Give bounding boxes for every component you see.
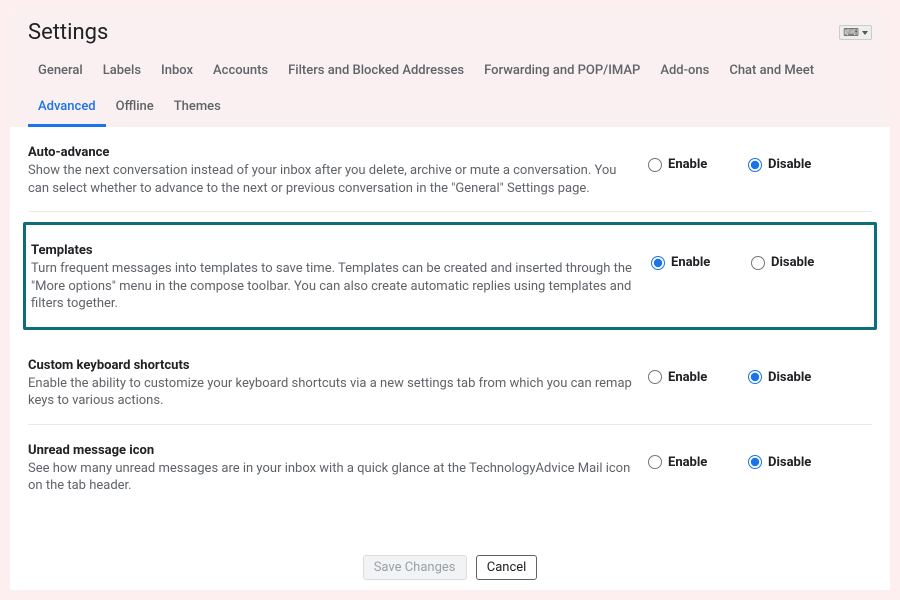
tab-general[interactable]: General bbox=[28, 55, 93, 91]
setting-radios: Enable Disable bbox=[651, 243, 851, 270]
radio-input-enable[interactable] bbox=[648, 455, 662, 469]
tab-inbox[interactable]: Inbox bbox=[151, 55, 203, 91]
setting-row-auto-advance: Auto-advance Show the next conversation i… bbox=[28, 127, 872, 212]
setting-desc-unread-message-icon: Unread message icon See how many unread m… bbox=[28, 443, 638, 495]
setting-row-templates: Templates Turn frequent messages into tem… bbox=[31, 225, 869, 327]
setting-description: See how many unread messages are in your… bbox=[28, 460, 638, 495]
setting-row-custom-keyboard-shortcuts: Custom keyboard shortcuts Enable the abil… bbox=[28, 340, 872, 425]
page-title: Settings bbox=[28, 20, 108, 45]
radio-input-enable[interactable] bbox=[651, 256, 665, 270]
radio-disable-unread-message-icon[interactable]: Disable bbox=[748, 455, 828, 470]
settings-panel: Settings ⌨ GeneralLabelsInboxAccountsFil… bbox=[10, 10, 890, 590]
radio-enable-auto-advance[interactable]: Enable bbox=[648, 157, 728, 172]
setting-desc-templates: Templates Turn frequent messages into tem… bbox=[31, 243, 641, 313]
cancel-button[interactable]: Cancel bbox=[476, 555, 538, 580]
tab-filters-and-blocked-addresses[interactable]: Filters and Blocked Addresses bbox=[278, 55, 474, 91]
radio-label: Disable bbox=[768, 455, 811, 470]
tab-themes[interactable]: Themes bbox=[164, 91, 231, 127]
setting-title: Auto-advance bbox=[28, 145, 638, 160]
radio-label: Disable bbox=[768, 157, 811, 172]
radio-label: Enable bbox=[668, 157, 707, 172]
tab-forwarding-and-pop-imap[interactable]: Forwarding and POP/IMAP bbox=[474, 55, 650, 91]
radio-enable-custom-keyboard-shortcuts[interactable]: Enable bbox=[648, 370, 728, 385]
radio-enable-templates[interactable]: Enable bbox=[651, 255, 731, 270]
radio-label: Disable bbox=[771, 255, 814, 270]
radio-label: Enable bbox=[671, 255, 710, 270]
radio-disable-auto-advance[interactable]: Disable bbox=[748, 157, 828, 172]
radio-label: Enable bbox=[668, 370, 707, 385]
tab-advanced[interactable]: Advanced bbox=[28, 91, 106, 127]
radio-input-enable[interactable] bbox=[648, 158, 662, 172]
tab-chat-and-meet[interactable]: Chat and Meet bbox=[719, 55, 824, 91]
setting-radios: Enable Disable bbox=[648, 358, 848, 385]
radio-input-disable[interactable] bbox=[748, 455, 762, 469]
radio-disable-templates[interactable]: Disable bbox=[751, 255, 831, 270]
keyboard-icon: ⌨ bbox=[843, 26, 859, 39]
radio-input-disable[interactable] bbox=[748, 158, 762, 172]
settings-tabs: GeneralLabelsInboxAccountsFilters and Bl… bbox=[28, 55, 872, 127]
setting-title: Unread message icon bbox=[28, 443, 638, 458]
setting-description: Turn frequent messages into templates to… bbox=[31, 260, 641, 313]
setting-description: Enable the ability to customize your key… bbox=[28, 375, 638, 410]
radio-input-disable[interactable] bbox=[751, 256, 765, 270]
setting-title: Templates bbox=[31, 243, 641, 258]
setting-desc-custom-keyboard-shortcuts: Custom keyboard shortcuts Enable the abil… bbox=[28, 358, 638, 410]
radio-input-disable[interactable] bbox=[748, 370, 762, 384]
tab-add-ons[interactable]: Add-ons bbox=[650, 55, 719, 91]
radio-label: Disable bbox=[768, 370, 811, 385]
setting-title: Custom keyboard shortcuts bbox=[28, 358, 638, 373]
setting-row-unread-message-icon: Unread message icon See how many unread m… bbox=[28, 425, 872, 509]
radio-enable-unread-message-icon[interactable]: Enable bbox=[648, 455, 728, 470]
highlight-templates: Templates Turn frequent messages into tem… bbox=[23, 222, 877, 330]
setting-radios: Enable Disable bbox=[648, 443, 848, 470]
setting-radios: Enable Disable bbox=[648, 145, 848, 172]
settings-content: Auto-advance Show the next conversation i… bbox=[10, 127, 890, 545]
setting-desc-auto-advance: Auto-advance Show the next conversation i… bbox=[28, 145, 638, 197]
settings-footer: Save Changes Cancel bbox=[10, 545, 890, 590]
radio-disable-custom-keyboard-shortcuts[interactable]: Disable bbox=[748, 370, 828, 385]
chevron-down-icon bbox=[862, 31, 868, 35]
tab-offline[interactable]: Offline bbox=[106, 91, 164, 127]
input-method-indicator[interactable]: ⌨ bbox=[839, 25, 872, 40]
radio-label: Enable bbox=[668, 455, 707, 470]
tab-labels[interactable]: Labels bbox=[93, 55, 151, 91]
settings-header: Settings ⌨ GeneralLabelsInboxAccountsFil… bbox=[10, 10, 890, 127]
tab-accounts[interactable]: Accounts bbox=[203, 55, 278, 91]
setting-description: Show the next conversation instead of yo… bbox=[28, 162, 638, 197]
save-changes-button: Save Changes bbox=[363, 555, 467, 580]
radio-input-enable[interactable] bbox=[648, 370, 662, 384]
